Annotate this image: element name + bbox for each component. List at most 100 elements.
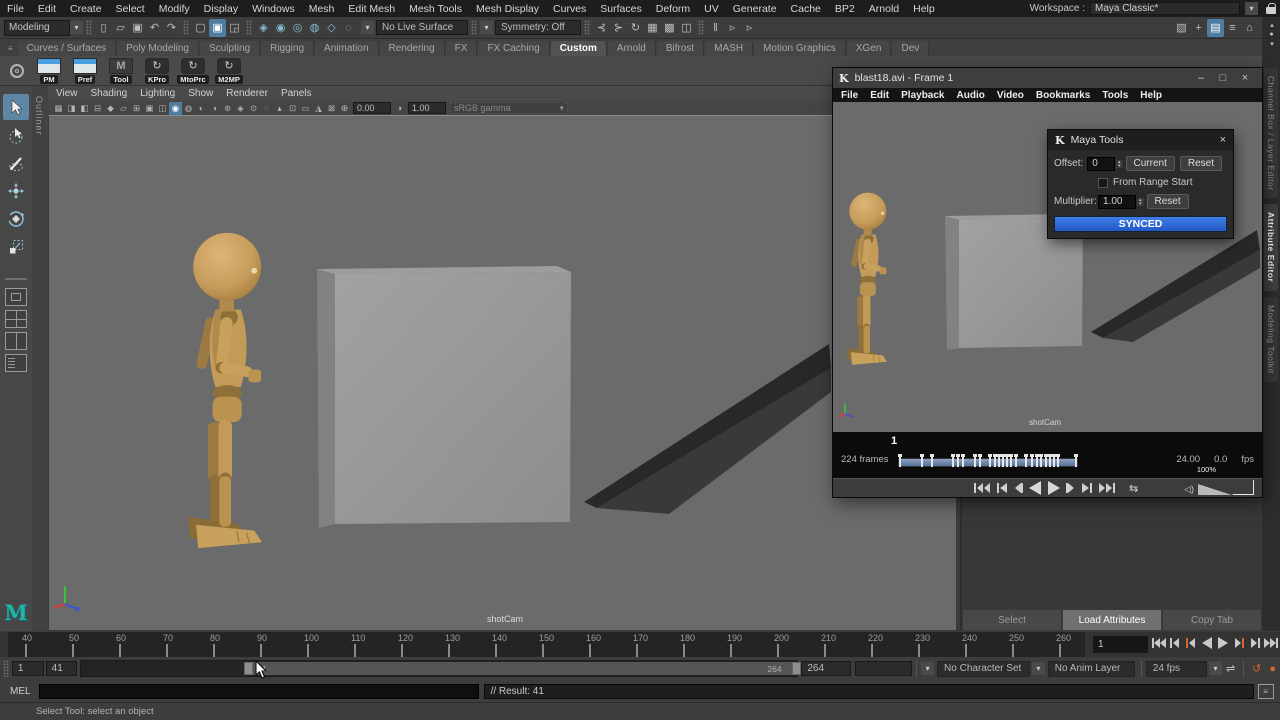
render-frame-icon[interactable]: ▦ (644, 19, 661, 37)
tool-settings-panel-icon[interactable]: ⌂ (1241, 19, 1258, 37)
image-plane-icon[interactable]: ⊟ (91, 102, 104, 115)
dock-collapse-icons[interactable]: ▴ ● ▾ (1267, 17, 1275, 68)
step-back-frame-button[interactable] (1183, 634, 1198, 652)
close-button[interactable]: × (1234, 72, 1256, 84)
film-gate-icon[interactable]: ▣ (143, 102, 156, 115)
shelf-tab[interactable]: Rendering (380, 41, 445, 56)
live-surface-caret-icon[interactable]: ▾ (361, 21, 374, 34)
select-tool-button[interactable] (3, 94, 29, 120)
safe-action-icon[interactable]: ◐ (195, 102, 208, 115)
shelf-tab[interactable]: Sculpting (200, 41, 260, 56)
player-menu-item[interactable]: File (837, 90, 866, 101)
wireframe-icon[interactable]: ⊛ (221, 102, 234, 115)
shelf-tab[interactable]: FX (446, 41, 478, 56)
step-forward-frame-button[interactable] (1231, 634, 1246, 652)
menu-item[interactable]: UV (697, 3, 726, 15)
range-start-handle[interactable] (244, 662, 253, 675)
viewport-menu-item[interactable]: Panels (281, 88, 321, 99)
range-slider-track[interactable]: 41 264 (80, 660, 798, 677)
playback-end-field[interactable]: 264 (801, 661, 850, 676)
viewport-menu-item[interactable]: Show (188, 88, 222, 99)
volume-wedge-outline[interactable] (1232, 480, 1254, 495)
gamma-field[interactable]: 1.00 (408, 102, 446, 114)
ipr-render-icon[interactable]: ▩ (661, 19, 678, 37)
new-scene-icon[interactable]: ▯ (95, 19, 112, 37)
command-input[interactable] (39, 684, 479, 699)
menu-item[interactable]: Windows (245, 3, 302, 15)
menu-item[interactable]: Curves (546, 3, 593, 15)
shelf-tab[interactable]: Rigging (261, 41, 314, 56)
menu-item[interactable]: Mesh Display (469, 3, 546, 15)
script-editor-icon[interactable]: ≡ (1258, 684, 1274, 699)
construction-history-icon[interactable]: ↻ (627, 19, 644, 37)
shelf-tab[interactable]: Bifrost (657, 41, 704, 56)
lasso-tool-button[interactable] (3, 122, 29, 148)
viewport-menu-item[interactable]: Shading (91, 88, 137, 99)
tab-modeling-toolkit[interactable]: Modeling Toolkit (1264, 297, 1278, 382)
step-marker2-icon[interactable]: ▹ (741, 19, 758, 37)
player-menu-item[interactable]: Tools (1098, 90, 1136, 101)
viewport-canvas[interactable]: shotCam (48, 115, 957, 631)
shelf-tab[interactable]: XGen (847, 41, 892, 56)
output-connections-icon[interactable]: ⊱ (610, 19, 627, 37)
time-slider-ruler[interactable]: 4050607080901001101201301401501601701801… (8, 632, 1085, 657)
auto-keyframe-icon[interactable]: ● (1269, 663, 1276, 675)
workspace-lock-icon[interactable] (1266, 3, 1276, 14)
select-button[interactable]: Select (963, 610, 1061, 630)
menu-item[interactable]: Display (197, 3, 245, 15)
pose-editor-icon[interactable]: + (1190, 19, 1207, 37)
shelf-tab[interactable]: Dev (892, 41, 929, 56)
workspace-caret-icon[interactable]: ▾ (1245, 2, 1258, 15)
menu-item[interactable]: Mesh (302, 3, 342, 15)
next-key-button[interactable] (1247, 634, 1262, 652)
layout-outliner-persp-button[interactable] (5, 354, 27, 372)
tab-channel-box[interactable]: Channel Box / Layer Editor (1264, 68, 1278, 199)
shelf-item-kpro[interactable]: ↻ KPro (140, 58, 174, 84)
from-range-start-checkbox[interactable] (1098, 178, 1108, 188)
menu-set-caret-icon[interactable]: ▾ (70, 21, 83, 34)
menu-item[interactable]: Generate (726, 3, 784, 15)
shelf-tab[interactable]: Motion Graphics (754, 41, 846, 56)
shelf-gear-icon[interactable] (10, 64, 24, 78)
volume-control[interactable]: 100% ◁) (1184, 480, 1254, 495)
outliner-collapsed-strip[interactable]: Outliner (32, 86, 48, 631)
redo-icon[interactable]: ↷ (163, 19, 180, 37)
previous-bookmark-button[interactable] (996, 482, 1008, 494)
current-frame-field[interactable]: 1 (1093, 636, 1148, 653)
command-language-label[interactable]: MEL (10, 686, 31, 697)
safe-title-icon[interactable]: ◑ (208, 102, 221, 115)
snap-view-plane-icon[interactable]: ◌ (340, 19, 357, 37)
synced-button[interactable]: SYNCED (1054, 216, 1227, 232)
exposure-field[interactable]: 0.00 (353, 102, 391, 114)
viewport-menu-item[interactable]: View (56, 88, 87, 99)
rotate-tool-button[interactable] (3, 206, 29, 232)
shelf-item-tool[interactable]: M Tool (104, 58, 138, 84)
channel-box-panel-icon[interactable]: ▤ (1207, 19, 1224, 37)
menu-item[interactable]: Deform (649, 3, 697, 15)
resolution-gate-icon[interactable]: ◫ (156, 102, 169, 115)
viewport-menu-item[interactable]: Lighting (140, 88, 184, 99)
move-tool-button[interactable] (3, 178, 29, 204)
gate-mask-icon[interactable]: ◉ (169, 102, 182, 115)
shelf-tab[interactable]: Arnold (608, 41, 656, 56)
play-backward-button[interactable] (1028, 480, 1042, 496)
symmetry-field[interactable]: Symmetry: Off (495, 20, 581, 35)
textured-icon[interactable]: ⊙ (247, 102, 260, 115)
motion-blur-icon[interactable]: ▭ (299, 102, 312, 115)
player-menu-item[interactable]: Help (1136, 90, 1170, 101)
play-backwards-button[interactable] (1199, 634, 1214, 652)
bookmark-icon[interactable]: ◧ (78, 102, 91, 115)
snap-plane-icon[interactable]: ◇ (323, 19, 340, 37)
multiplier-field[interactable]: 1.00 (1098, 195, 1136, 209)
play-forwards-button[interactable] (1215, 634, 1230, 652)
player-menu-item[interactable]: Edit (866, 90, 897, 101)
shelf-menu-icon[interactable]: ≡ (0, 44, 18, 56)
gamma-icon[interactable]: ◑ (393, 103, 406, 113)
shelf-tab[interactable]: FX Caching (478, 41, 549, 56)
player-menu-item[interactable]: Audio (953, 90, 993, 101)
depth-peeling-icon[interactable]: ⊠ (325, 102, 338, 115)
range-end-handle[interactable] (792, 662, 801, 675)
multiplier-spinner[interactable]: ▴▾ (1137, 198, 1144, 206)
animation-snapshot-icon[interactable]: ↺ (1252, 662, 1261, 675)
open-scene-icon[interactable]: ▱ (112, 19, 129, 37)
